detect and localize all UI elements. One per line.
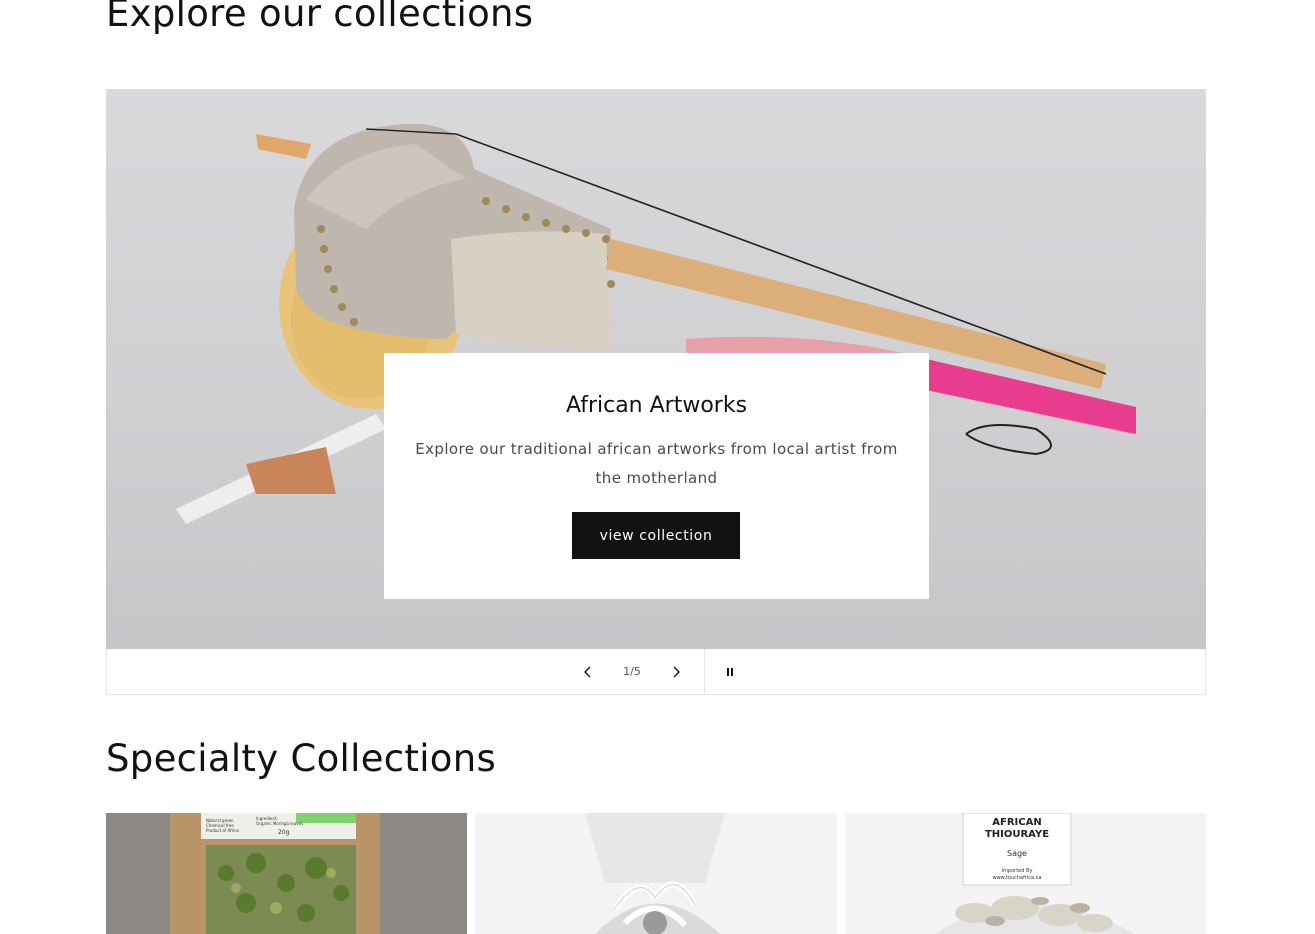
chevron-right-icon (673, 666, 680, 677)
slideshow-controls: 1/5 (106, 649, 1206, 695)
controls-divider (704, 649, 705, 694)
specialty-collection-card-thiouraye[interactable]: AFRICAN THIOURAYE Sage Imported By www.t… (845, 813, 1206, 934)
view-collection-button[interactable]: view collection (572, 512, 740, 559)
slide-description: Explore our traditional african artworks… (415, 440, 898, 487)
moringa-weight: 20g (278, 829, 290, 836)
thiouraye-label-line: THIOURAYE (985, 829, 1049, 840)
moringa-leaves-pack-image: Natural green Chemical free Product of A… (106, 813, 467, 934)
specialty-collection-card-gift[interactable] (475, 813, 837, 934)
explore-collections-title: Explore our collections (106, 0, 534, 35)
specialty-collections-title: Specialty Collections (106, 737, 497, 780)
thiouraye-label-line: Imported By (1002, 868, 1033, 874)
pause-slideshow-button[interactable] (715, 649, 745, 694)
slide-heading: African Artworks (565, 393, 748, 418)
thiouraye-label-line: www.touchafrica.ca (993, 875, 1042, 881)
previous-slide-button[interactable] (573, 649, 603, 694)
african-thiouraye-sage-bag-image: AFRICAN THIOURAYE Sage Imported By www.t… (845, 813, 1206, 934)
slide-counter: 1/5 (623, 665, 641, 678)
moringa-label-line: Organic Moringa leaves (256, 821, 303, 826)
pause-icon (727, 667, 733, 676)
moringa-label-line: Product of Africa (206, 828, 240, 833)
specialty-collection-card-moringa[interactable]: Natural green Chemical free Product of A… (106, 813, 467, 934)
slide-content-card: African Artworks Explore our traditional… (384, 353, 929, 599)
next-slide-button[interactable] (661, 649, 691, 694)
chevron-left-icon (584, 666, 591, 677)
gift-bag-with-ribbon-image (475, 813, 837, 934)
collections-slideshow: African Artworks Explore our traditional… (106, 89, 1206, 649)
thiouraye-label-line: Sage (1007, 849, 1027, 858)
thiouraye-label-line: AFRICAN (992, 817, 1041, 828)
